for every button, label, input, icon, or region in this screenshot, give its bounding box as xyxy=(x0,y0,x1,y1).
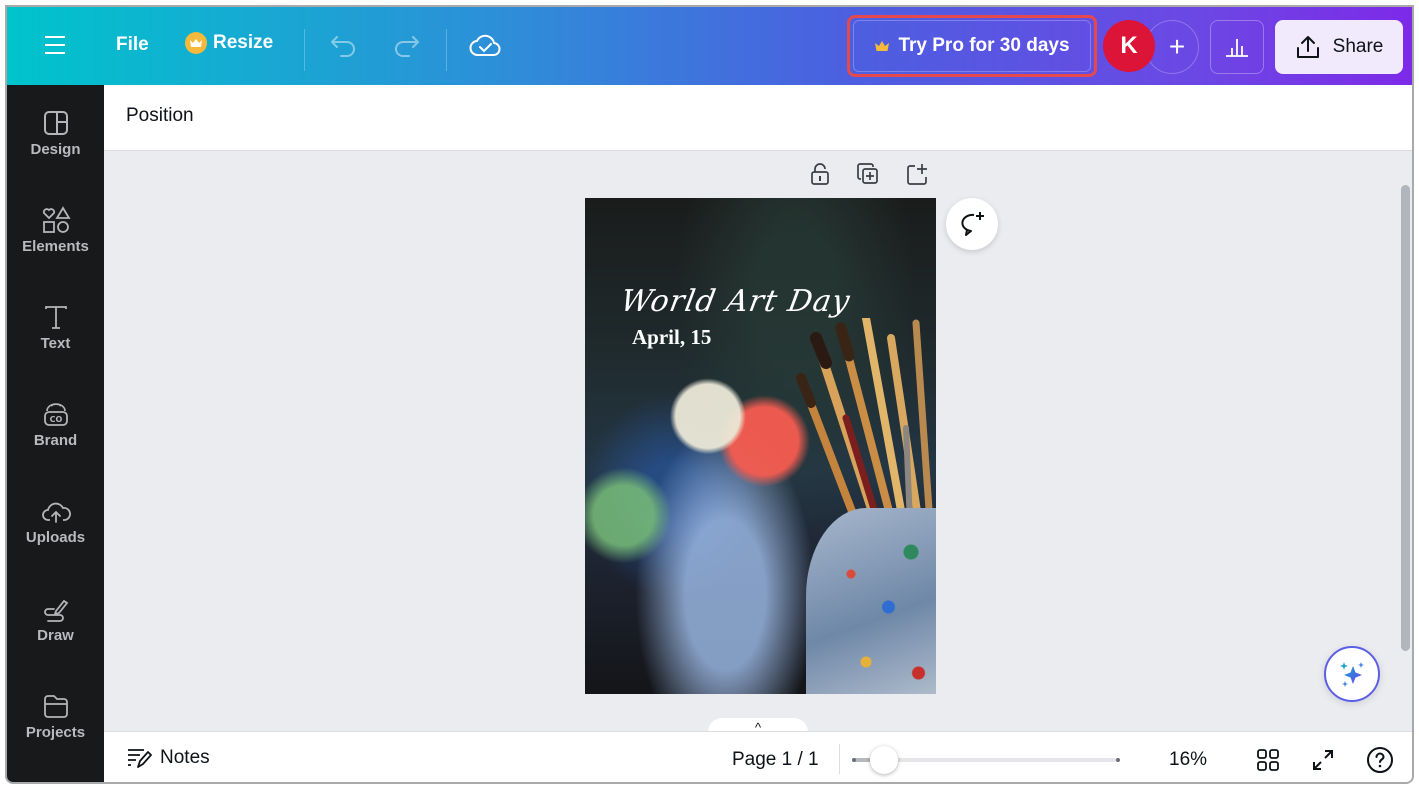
design-date-text[interactable]: April, 15 xyxy=(632,325,711,350)
layout-icon xyxy=(43,111,68,135)
cloud-upload-icon xyxy=(41,502,71,523)
resize-button[interactable]: Resize xyxy=(185,32,273,54)
zoom-slider[interactable] xyxy=(852,746,1120,774)
magic-assistant-button[interactable] xyxy=(1324,646,1380,702)
sidebar-item-uploads[interactable]: Uploads xyxy=(7,495,104,575)
canvas-area: World Art Day April, 15 ^ xyxy=(104,152,1412,738)
redo-icon xyxy=(395,36,419,57)
context-toolbar: Position xyxy=(104,85,1412,151)
hamburger-menu-icon xyxy=(45,36,65,54)
position-button[interactable]: Position xyxy=(126,105,194,127)
file-label: File xyxy=(116,34,149,55)
add-comment-button[interactable] xyxy=(946,198,998,250)
try-pro-button[interactable]: Try Pro for 30 days xyxy=(853,20,1091,72)
canva-editor-window: File Resize Try Pro for 30 days K + Shar… xyxy=(5,5,1414,784)
notes-icon xyxy=(128,749,152,768)
notes-label: Notes xyxy=(160,747,210,768)
page-indicator[interactable]: Page 1 / 1 xyxy=(732,749,819,771)
lock-page-button[interactable] xyxy=(807,161,833,187)
sidebar-item-design[interactable]: Design xyxy=(7,107,104,187)
redo-button[interactable] xyxy=(391,33,421,59)
share-label: Share xyxy=(1332,36,1384,57)
divider xyxy=(446,29,447,71)
user-avatar[interactable]: K xyxy=(1103,20,1155,72)
try-pro-label: Try Pro for 30 days xyxy=(898,35,1070,56)
lock-icon xyxy=(811,163,829,185)
zoom-slider-max-dot xyxy=(1116,758,1120,762)
sidebar-item-label: Text xyxy=(40,335,71,352)
left-sidebar: Design Elements Text CO Brand Uploads Dr… xyxy=(7,85,104,782)
add-page-button[interactable] xyxy=(904,161,930,187)
zoom-percentage[interactable]: 16% xyxy=(1169,749,1207,771)
notes-button[interactable]: Notes xyxy=(126,747,210,769)
sidebar-item-text[interactable]: Text xyxy=(7,301,104,381)
zoom-slider-min-dot xyxy=(852,758,856,762)
sidebar-item-draw[interactable]: Draw xyxy=(7,593,104,673)
resize-label: Resize xyxy=(213,32,274,53)
sidebar-item-elements[interactable]: Elements xyxy=(7,204,104,284)
upload-share-icon xyxy=(1296,36,1319,58)
help-icon xyxy=(1367,747,1393,773)
sidebar-item-label: Design xyxy=(30,141,81,158)
design-page[interactable]: World Art Day April, 15 xyxy=(585,198,936,694)
fullscreen-button[interactable] xyxy=(1309,746,1337,774)
divider xyxy=(304,29,305,71)
vertical-scrollbar[interactable] xyxy=(1401,185,1410,651)
sidebar-item-label: Brand xyxy=(33,432,78,449)
undo-button[interactable] xyxy=(329,33,359,59)
main-menu-button[interactable] xyxy=(43,31,71,59)
help-button[interactable] xyxy=(1366,746,1394,774)
crown-icon xyxy=(875,41,890,51)
undo-icon xyxy=(331,36,355,57)
plus-icon: + xyxy=(1168,31,1186,62)
crown-icon xyxy=(185,32,207,54)
sparkles-icon xyxy=(1340,662,1364,687)
file-menu-button[interactable]: File xyxy=(116,34,149,56)
add-page-icon xyxy=(907,164,927,185)
insights-button[interactable] xyxy=(1210,20,1264,74)
bar-chart-icon xyxy=(1226,39,1248,57)
sidebar-item-label: Projects xyxy=(25,724,86,741)
avatar-initial: K xyxy=(1120,32,1138,59)
paint-jar-illustration xyxy=(806,508,936,694)
sidebar-item-label: Draw xyxy=(37,627,74,644)
zoom-slider-thumb[interactable] xyxy=(870,746,898,774)
cloud-check-icon xyxy=(469,34,501,56)
sidebar-item-brand[interactable]: CO Brand xyxy=(7,398,104,478)
duplicate-page-button[interactable] xyxy=(855,161,881,187)
bottom-bar: Notes Page 1 / 1 16% xyxy=(104,731,1412,782)
design-title-text[interactable]: World Art Day xyxy=(618,284,853,319)
divider xyxy=(839,744,840,774)
top-bar: File Resize Try Pro for 30 days K + Shar… xyxy=(7,7,1412,85)
pen-icon xyxy=(43,599,68,622)
save-status-button[interactable] xyxy=(469,31,501,59)
sidebar-item-label: Elements xyxy=(22,238,89,255)
grid-view-button[interactable] xyxy=(1254,746,1282,774)
sidebar-item-projects[interactable]: Projects xyxy=(7,690,104,770)
brand-icon: CO xyxy=(43,403,68,426)
add-comment-icon xyxy=(961,212,984,236)
fullscreen-icon xyxy=(1313,750,1333,770)
shapes-icon xyxy=(42,206,71,233)
folder-icon xyxy=(43,695,68,718)
duplicate-page-icon xyxy=(857,163,878,184)
share-button[interactable]: Share xyxy=(1275,20,1403,74)
text-icon xyxy=(44,306,67,329)
grid-view-icon xyxy=(1257,749,1279,771)
position-label: Position xyxy=(126,105,194,126)
svg-text:CO: CO xyxy=(49,415,62,424)
sidebar-item-label: Uploads xyxy=(25,529,86,546)
